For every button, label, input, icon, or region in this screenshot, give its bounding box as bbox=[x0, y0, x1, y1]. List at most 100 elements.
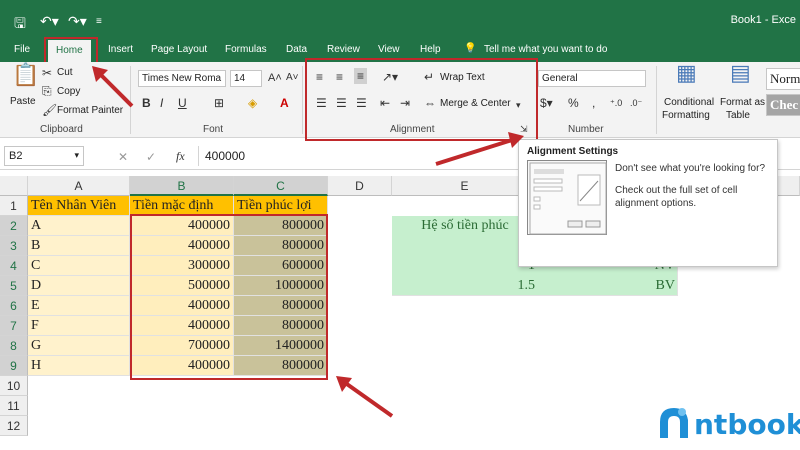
column-header-b[interactable]: B bbox=[130, 176, 234, 196]
copy-icon[interactable]: ⎘ bbox=[42, 84, 52, 98]
font-group-label: Font bbox=[203, 124, 224, 135]
tab-review[interactable]: Review bbox=[327, 44, 360, 55]
increase-decimal-icon[interactable]: ⁺.0 bbox=[610, 96, 622, 110]
tab-formulas[interactable]: Formulas bbox=[225, 44, 267, 55]
alignment-settings-tooltip: Alignment Settings Don't see what you're… bbox=[518, 139, 778, 267]
bold-icon[interactable]: B bbox=[142, 96, 151, 110]
cancel-icon[interactable]: ✕ bbox=[118, 150, 128, 164]
row-header[interactable]: 2 bbox=[0, 216, 28, 236]
alignment-highlight-box bbox=[305, 58, 538, 141]
cell-e2[interactable]: Hệ số tiền phúc bbox=[392, 216, 538, 236]
save-icon[interactable]: 🖫 bbox=[14, 13, 26, 37]
table-cell[interactable]: A bbox=[28, 216, 130, 236]
table-cell[interactable]: G bbox=[28, 336, 130, 356]
conditional-formatting-icon[interactable]: ▦ bbox=[676, 62, 697, 84]
column-header-a[interactable]: A bbox=[28, 176, 130, 196]
insert-function-icon[interactable]: fx bbox=[176, 149, 185, 163]
row-header[interactable]: 7 bbox=[0, 316, 28, 336]
font-family-select[interactable]: Times New Roma bbox=[138, 70, 226, 87]
row-header[interactable]: 9 bbox=[0, 356, 28, 376]
row-header[interactable]: 11 bbox=[0, 396, 28, 416]
lightbulb-icon: 💡 bbox=[464, 43, 477, 54]
format-as-table-icon[interactable]: ▤ bbox=[730, 62, 751, 84]
chevron-down-icon[interactable]: ▾ bbox=[74, 150, 79, 161]
tab-data[interactable]: Data bbox=[286, 44, 307, 55]
tab-file[interactable]: File bbox=[14, 44, 30, 55]
row-header[interactable]: 5 bbox=[0, 276, 28, 296]
row-header[interactable]: 6 bbox=[0, 296, 28, 316]
table-cell[interactable]: E bbox=[28, 296, 130, 316]
copy-button[interactable]: Copy bbox=[57, 86, 80, 97]
number-group-label: Number bbox=[568, 124, 604, 135]
check-cell-style[interactable]: Chec bbox=[766, 94, 800, 116]
italic-icon[interactable]: I bbox=[160, 96, 163, 110]
tooltip-title: Alignment Settings bbox=[527, 146, 619, 157]
conditional-formatting-label[interactable]: Conditional bbox=[664, 97, 714, 108]
ntbook-logo: ntbook bbox=[652, 400, 800, 444]
tooltip-line-2: Check out the full set of cell alignment… bbox=[615, 185, 738, 209]
column-header-d[interactable]: D bbox=[328, 176, 392, 196]
tab-page-layout[interactable]: Page Layout bbox=[151, 44, 207, 55]
conditional-formatting-label-2[interactable]: Formatting bbox=[662, 110, 710, 121]
home-highlight-box bbox=[44, 37, 98, 64]
data-highlight-box bbox=[130, 214, 328, 380]
tab-view[interactable]: View bbox=[378, 44, 400, 55]
logo-text: ntbook bbox=[694, 408, 800, 441]
cell-b1[interactable]: Tiền mặc định bbox=[130, 196, 234, 216]
separator bbox=[656, 66, 657, 134]
column-header-e[interactable]: E bbox=[392, 176, 538, 196]
currency-icon[interactable]: $▾ bbox=[540, 96, 553, 110]
arrow-to-launcher-icon bbox=[435, 132, 524, 166]
normal-style[interactable]: Norm bbox=[766, 68, 800, 90]
row-header[interactable]: 1 bbox=[0, 196, 28, 216]
cut-icon[interactable]: ✂ bbox=[42, 66, 52, 80]
format-as-table-label-2[interactable]: Table bbox=[726, 110, 750, 121]
row-header[interactable]: 4 bbox=[0, 256, 28, 276]
comma-icon[interactable]: , bbox=[592, 96, 595, 110]
format-painter-icon[interactable]: 🖌 bbox=[42, 103, 57, 117]
fill-color-icon[interactable]: ◈ bbox=[248, 96, 257, 110]
cell-c1[interactable]: Tiền phúc lợi bbox=[234, 196, 328, 216]
font-color-icon[interactable]: A bbox=[280, 96, 289, 110]
title-bar: 🖫 ↶▾ ↷▾ ≡ Book1 - Exce bbox=[0, 0, 800, 40]
table-cell[interactable]: C bbox=[28, 256, 130, 276]
row-header[interactable]: 3 bbox=[0, 236, 28, 256]
paste-icon[interactable]: 📋 bbox=[12, 64, 39, 86]
percent-icon[interactable]: % bbox=[568, 96, 579, 110]
clipboard-group-label: Clipboard bbox=[40, 124, 83, 135]
decrease-font-icon[interactable]: A˅ bbox=[286, 71, 299, 85]
table-cell[interactable]: D bbox=[28, 276, 130, 296]
arrow-to-data-icon bbox=[336, 376, 394, 418]
cell-g5[interactable]: BV bbox=[538, 276, 678, 296]
enter-icon[interactable]: ✓ bbox=[146, 150, 156, 164]
decrease-decimal-icon[interactable]: .0⁻ bbox=[630, 96, 642, 110]
borders-icon[interactable]: ⊞ bbox=[214, 96, 224, 110]
tab-help[interactable]: Help bbox=[420, 44, 441, 55]
undo-icon[interactable]: ↶▾ bbox=[40, 13, 59, 30]
cut-button[interactable]: Cut bbox=[57, 67, 73, 78]
cell-a1[interactable]: Tên Nhân Viên bbox=[28, 196, 130, 216]
row-header[interactable]: 8 bbox=[0, 336, 28, 356]
tell-me-search[interactable]: Tell me what you want to do bbox=[484, 44, 607, 55]
increase-font-icon[interactable]: A˄ bbox=[268, 71, 282, 85]
row-header[interactable]: 10 bbox=[0, 376, 28, 396]
tab-insert[interactable]: Insert bbox=[108, 44, 133, 55]
tooltip-line-1: Don't see what you're looking for? bbox=[615, 163, 766, 174]
underline-icon[interactable]: U bbox=[178, 96, 187, 110]
table-cell[interactable]: H bbox=[28, 356, 130, 376]
table-cell[interactable]: F bbox=[28, 316, 130, 336]
customize-toolbar-icon[interactable]: ≡ bbox=[96, 16, 102, 27]
paste-button[interactable]: Paste bbox=[10, 96, 36, 107]
cell-e5[interactable]: 1.5 bbox=[392, 276, 538, 296]
table-cell[interactable]: B bbox=[28, 236, 130, 256]
select-all-corner[interactable] bbox=[0, 176, 28, 196]
redo-icon[interactable]: ↷▾ bbox=[68, 13, 87, 30]
number-format-select[interactable]: General bbox=[538, 70, 646, 87]
name-box[interactable]: B2 ▾ bbox=[4, 146, 84, 166]
column-header-c[interactable]: C bbox=[234, 176, 328, 196]
format-as-table-label[interactable]: Format as bbox=[720, 97, 765, 108]
row-header[interactable]: 12 bbox=[0, 416, 28, 436]
font-size-select[interactable]: 14 bbox=[230, 70, 262, 87]
dialog-preview-image bbox=[527, 160, 607, 235]
cell-e4[interactable]: 1 bbox=[392, 256, 538, 276]
